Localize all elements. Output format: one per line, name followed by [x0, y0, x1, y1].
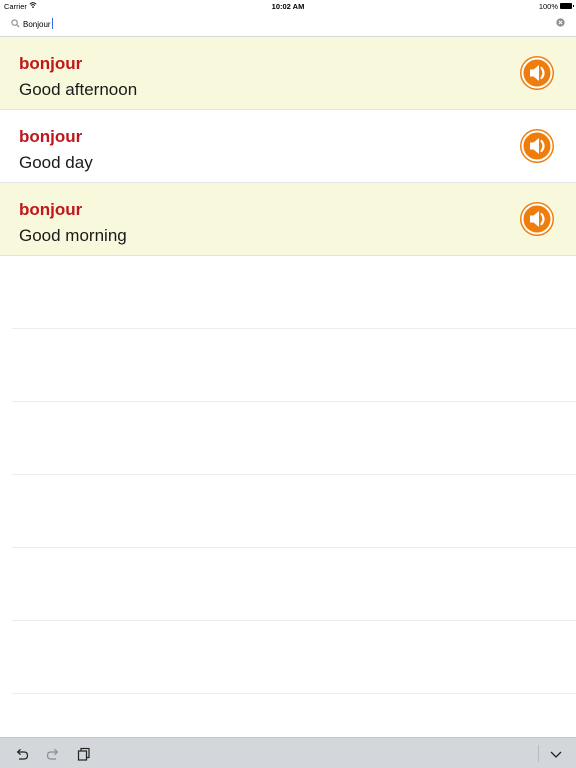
toolbar-separator	[538, 745, 539, 762]
empty-row-separator	[12, 620, 576, 621]
result-meaning: Good afternoon	[19, 80, 138, 99]
chevron-down-icon[interactable]	[548, 746, 564, 762]
speaker-icon[interactable]	[520, 129, 554, 163]
battery-icon	[560, 3, 574, 9]
empty-row-separator	[12, 474, 576, 475]
result-meaning: Good day	[19, 153, 93, 172]
result-word: bonjour	[19, 127, 83, 146]
empty-row-separator	[12, 547, 576, 548]
search-input[interactable]	[23, 17, 543, 31]
paste-icon[interactable]	[76, 746, 92, 762]
result-row[interactable]: bonjour Good day	[0, 110, 576, 183]
result-row[interactable]: bonjour Good morning	[0, 183, 576, 256]
speaker-icon[interactable]	[520, 202, 554, 236]
status-bar: Carrier 10:02 AM 100%	[0, 0, 576, 12]
empty-row-separator	[12, 693, 576, 694]
search-bar	[0, 13, 576, 37]
result-word: bonjour	[19, 54, 83, 73]
search-icon	[11, 19, 20, 28]
redo-icon[interactable]	[45, 746, 61, 762]
keyboard-shortcut-bar	[0, 737, 576, 768]
battery-percent: 100%	[538, 2, 558, 11]
result-row[interactable]: bonjour Good afternoon	[0, 37, 576, 110]
clock: 10:02 AM	[271, 2, 305, 11]
undo-icon[interactable]	[14, 746, 30, 762]
result-meaning: Good morning	[19, 226, 127, 245]
app-screen: Carrier 10:02 AM 100% bonjour Good after…	[0, 0, 576, 768]
clear-icon[interactable]	[556, 18, 565, 27]
speaker-icon[interactable]	[520, 56, 554, 90]
result-word: bonjour	[19, 200, 83, 219]
empty-row-separator	[12, 328, 576, 329]
empty-row-separator	[12, 401, 576, 402]
text-caret	[52, 18, 53, 29]
